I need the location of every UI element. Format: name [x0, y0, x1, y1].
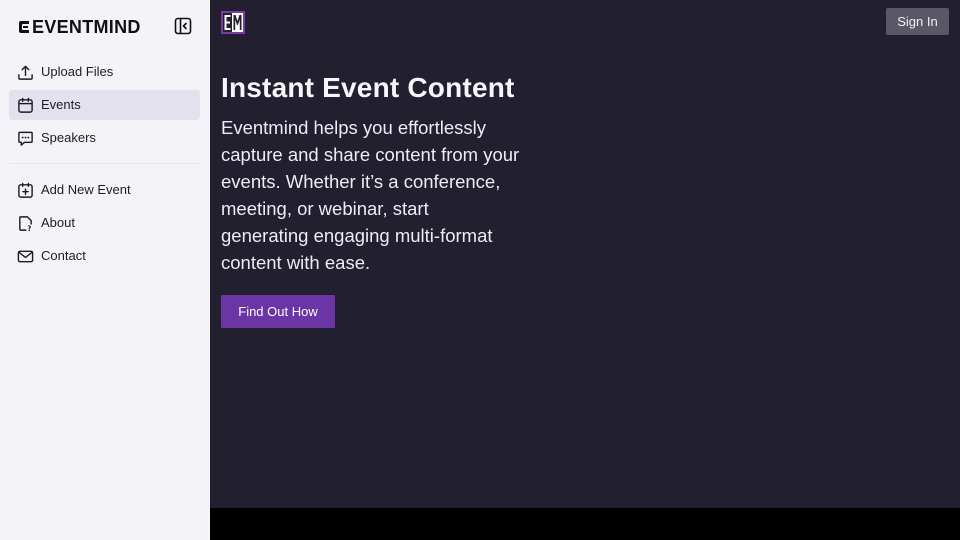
info-file-icon: [19, 215, 32, 231]
brand-name: EVENTMIND: [32, 17, 141, 37]
secondary-nav: Add New Event About Contact: [9, 175, 200, 274]
footer-bar: [210, 508, 960, 540]
em-logo[interactable]: EM: [221, 11, 245, 34]
sign-in-button[interactable]: Sign In: [886, 8, 949, 35]
primary-nav: Upload Files Events Speakers: [9, 57, 200, 156]
calendar-plus-icon: [18, 182, 33, 198]
sidebar-item-events[interactable]: Events: [9, 90, 200, 120]
find-out-how-button[interactable]: Find Out How: [221, 295, 335, 328]
hero-description: Eventmind helps you effortlessly capture…: [221, 117, 520, 273]
sidebar-collapse-icon[interactable]: [174, 17, 192, 35]
upload-icon: [18, 65, 33, 80]
nav-divider: [9, 163, 200, 164]
brand-mark-icon: [19, 21, 29, 33]
calendar-icon: [18, 97, 33, 113]
sidebar-item-contact[interactable]: Contact: [9, 241, 200, 271]
sidebar-item-label: Add New Event: [41, 182, 131, 197]
sidebar: EVENTMIND Upload Files Events Speakers A…: [0, 0, 210, 540]
sidebar-item-add-new-event[interactable]: Add New Event: [9, 175, 200, 205]
mail-icon: [17, 250, 34, 262]
sidebar-item-label: Upload Files: [41, 64, 114, 79]
hero-title: Instant Event Content: [221, 72, 515, 103]
sidebar-item-label: Speakers: [41, 130, 96, 145]
sidebar-item-label: Events: [41, 97, 81, 112]
main-content: EM Sign In Instant Event Content Eventmi…: [210, 0, 960, 508]
brand-logo[interactable]: EVENTMIND: [17, 16, 141, 38]
message-icon: [18, 131, 33, 146]
sidebar-item-upload-files[interactable]: Upload Files: [9, 57, 200, 87]
sidebar-item-label: About: [41, 215, 75, 230]
sidebar-item-speakers[interactable]: Speakers: [9, 123, 200, 153]
sidebar-item-about[interactable]: About: [9, 208, 200, 238]
sidebar-item-label: Contact: [41, 248, 86, 263]
